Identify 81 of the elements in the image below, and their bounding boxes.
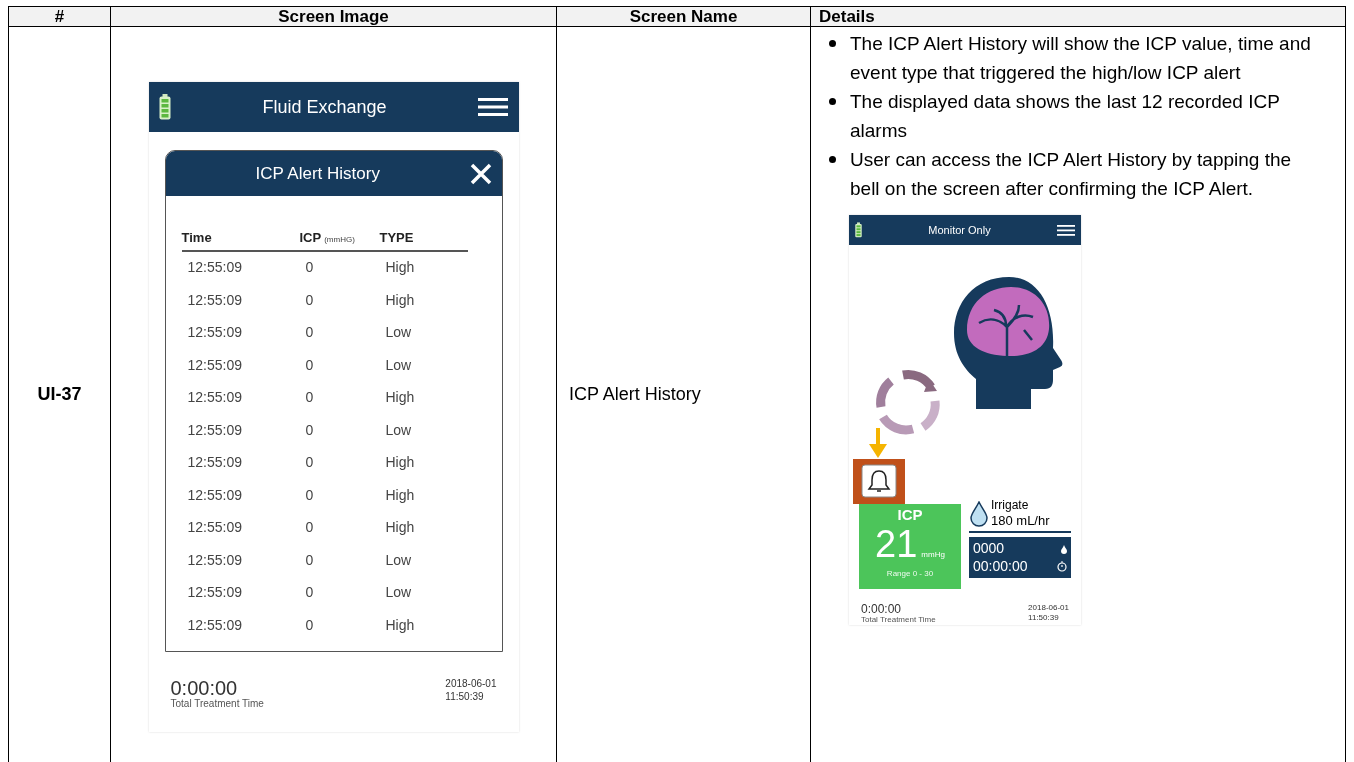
bell-icon[interactable]	[861, 464, 897, 499]
icp-cell-text: 0	[305, 258, 315, 278]
type-cell-text: Low	[385, 355, 413, 375]
type-cell-text: Low	[385, 550, 413, 570]
time-cell-text: 12:55:09	[187, 550, 243, 570]
time-cell-text: 12:55:09	[187, 453, 243, 473]
time-cell-text: 12:55:09	[187, 290, 243, 310]
close-icon[interactable]	[469, 162, 492, 185]
elapsed-time: 0:00:00	[861, 603, 903, 615]
timer-counter: 00:00:00	[973, 557, 1028, 576]
range-text: Range 0 - 30	[886, 567, 934, 580]
column-header: Details	[819, 8, 875, 25]
column-label: Time	[181, 229, 212, 247]
stopwatch-icon	[1057, 561, 1067, 572]
icp-cell-text: 0	[305, 583, 315, 603]
screen-name: ICP Alert History	[569, 383, 701, 406]
type-cell-text: Low	[385, 323, 413, 343]
icp-cell-text: 0	[305, 355, 315, 375]
date-text: 2018-06-01	[1028, 603, 1069, 613]
time-cell-text: 12:55:09	[187, 485, 243, 505]
elapsed-time: 0:00:00	[170, 678, 239, 698]
column-header: #	[54, 8, 65, 25]
type-cell-text: High	[385, 258, 416, 278]
type-cell-text: Low	[385, 420, 413, 440]
icp-value: 21	[875, 524, 918, 563]
column-header: Screen Name	[629, 8, 738, 25]
icp-cell-text: 0	[305, 420, 315, 440]
type-cell-text: High	[385, 290, 416, 310]
battery-icon	[158, 94, 171, 120]
time-cell-text: 12:55:09	[187, 258, 243, 278]
time-cell-text: 12:55:09	[187, 355, 243, 375]
icp-cell-text: 0	[305, 485, 315, 505]
icp-cell-text: 0	[305, 550, 315, 570]
bullet-text: The ICP Alert History will show the ICP value, time and event type that triggered the high/low ICP alert	[850, 32, 1312, 85]
battery-icon	[855, 222, 862, 239]
icp-cell-text: 0	[305, 323, 315, 343]
screen-id: UI-37	[37, 383, 82, 406]
bullet-icon	[829, 156, 836, 163]
volume-counter: 0000	[973, 540, 1005, 558]
icp-cell-text: 0	[305, 518, 315, 538]
water-drop-icon	[969, 500, 989, 527]
type-cell-text: High	[385, 615, 416, 635]
icp-cell-text: 0	[305, 290, 315, 310]
menu-icon[interactable]	[1057, 224, 1075, 236]
icp-cell-text: 0	[305, 388, 315, 408]
type-cell-text: Low	[385, 583, 413, 603]
menu-icon[interactable]	[478, 98, 509, 116]
drop-icon	[1061, 544, 1067, 554]
column-label: TYPE	[379, 229, 414, 247]
elapsed-label: Total Treatment Time	[861, 615, 936, 625]
bullet-text: User can access the ICP Alert History by tapping the bell on the screen after confirming the ICP Alert.	[850, 148, 1293, 201]
bullet-icon	[829, 98, 836, 105]
bullet-icon	[829, 40, 836, 47]
unit-label: mmHg	[921, 548, 945, 561]
time-cell-text: 12:55:09	[187, 518, 243, 538]
date-text: 2018-06-01	[445, 678, 497, 691]
time-cell-text: 12:55:09	[187, 615, 243, 635]
column-label: ICP	[299, 229, 322, 247]
time-cell-text: 12:55:09	[187, 388, 243, 408]
type-cell-text: High	[385, 388, 416, 408]
header-title: Monitor Only	[928, 222, 991, 238]
header-title: Fluid Exchange	[262, 95, 387, 119]
column-header: Screen Image	[278, 8, 389, 25]
icp-cell-text: 0	[305, 615, 315, 635]
time-text: 11:50:39	[445, 690, 485, 703]
icp-cell-text: 0	[305, 453, 315, 473]
dialog-title: ICP Alert History	[255, 162, 380, 185]
type-cell-text: High	[385, 518, 416, 538]
time-text: 11:50:39	[1028, 613, 1060, 623]
time-cell-text: 12:55:09	[187, 323, 243, 343]
time-cell-text: 12:55:09	[187, 583, 243, 603]
icp-label: ICP	[897, 506, 923, 525]
type-cell-text: High	[385, 453, 416, 473]
elapsed-label: Total Treatment Time	[170, 698, 264, 711]
time-cell-text: 12:55:09	[187, 420, 243, 440]
bullet-text: The displayed data shows the last 12 recorded ICP alarms	[850, 90, 1281, 143]
irrigate-rate: 180 mL/hr	[991, 513, 1050, 530]
type-cell-text: High	[385, 485, 416, 505]
irrigate-label: Irrigate	[991, 498, 1030, 513]
unit-label: (mmHG)	[324, 234, 355, 246]
arrow-icon	[869, 428, 887, 459]
